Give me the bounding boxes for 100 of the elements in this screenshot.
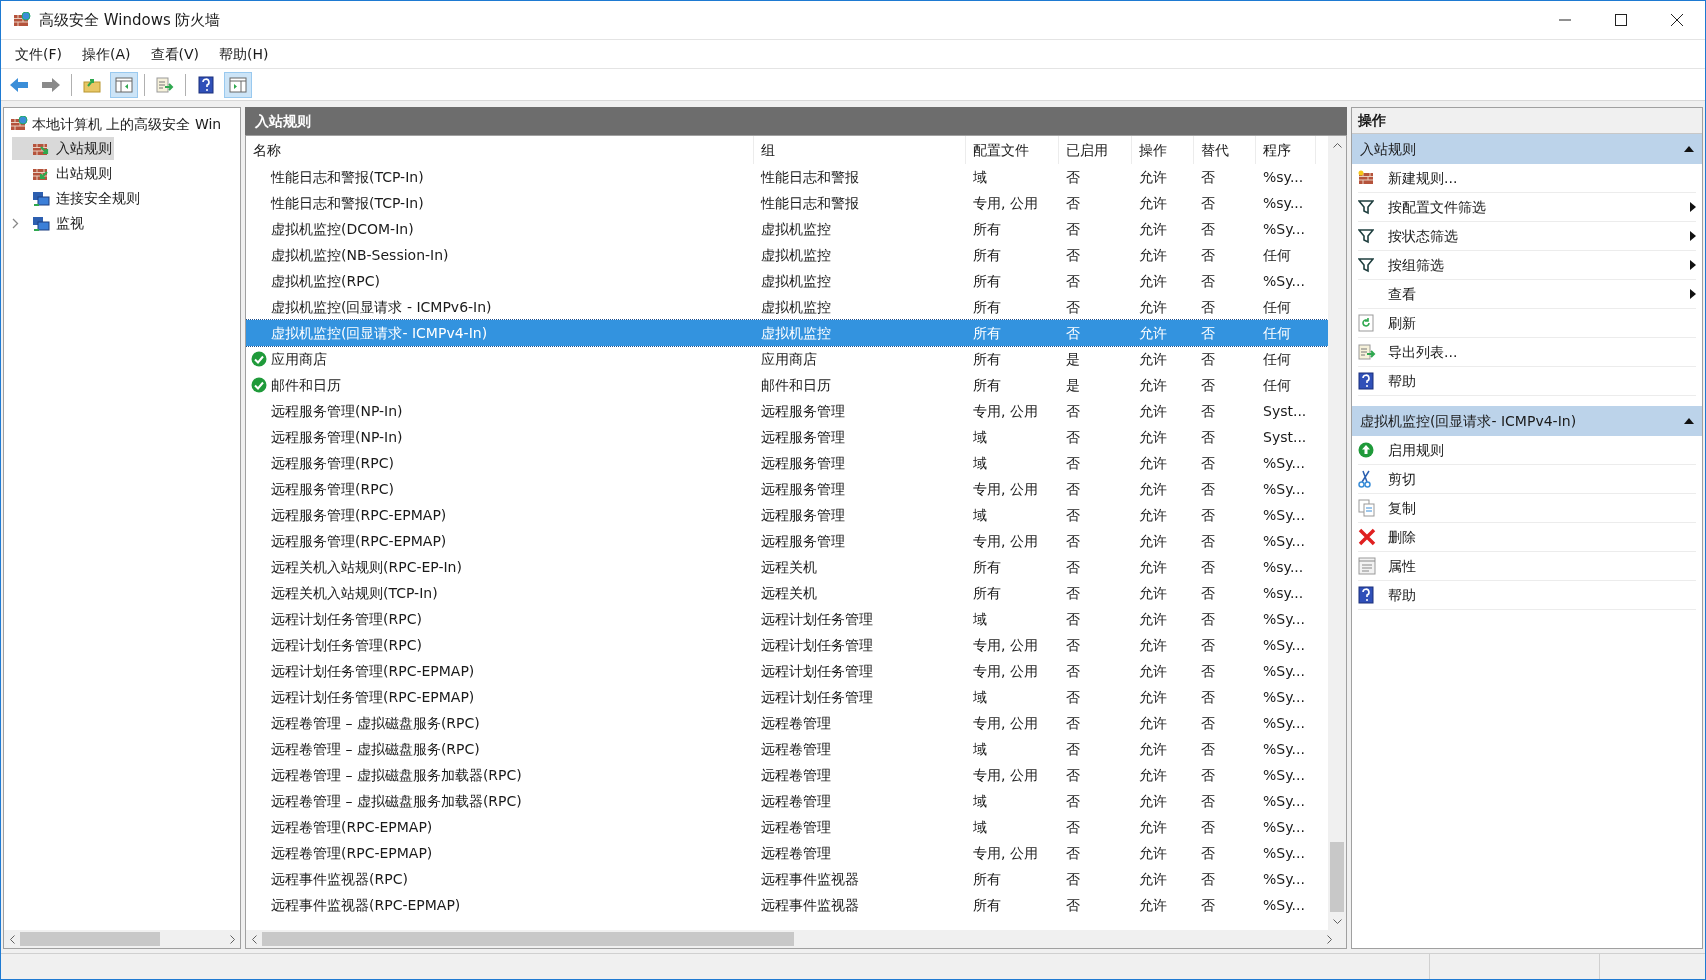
- action-item[interactable]: 按状态筛选: [1358, 222, 1696, 251]
- table-row[interactable]: 远程关机入站规则(TCP-In) 远程关机 所有 否 允许 否 %sy...: [246, 580, 1328, 606]
- tree-item[interactable]: 连接安全规则: [12, 187, 142, 210]
- table-cell-text: 否: [1201, 739, 1215, 759]
- tree-item[interactable]: 入站规则: [12, 137, 114, 160]
- table-cell-text: 否: [1201, 193, 1215, 213]
- table-row[interactable]: 远程服务管理(NP-In) 远程服务管理 域 否 允许 否 Syst...: [246, 424, 1328, 450]
- menu-item[interactable]: 操作(A): [76, 41, 137, 67]
- submenu-arrow-icon: [1690, 289, 1696, 299]
- table-row[interactable]: 远程卷管理(RPC-EPMAP) 远程卷管理 域 否 允许 否 %Sy...: [246, 814, 1328, 840]
- table-row[interactable]: 远程计划任务管理(RPC) 远程计划任务管理 域 否 允许 否 %Sy...: [246, 606, 1328, 632]
- table-row[interactable]: 远程事件监视器(RPC-EPMAP) 远程事件监视器 所有 否 允许 否 %Sy...: [246, 892, 1328, 918]
- column-header[interactable]: 已启用: [1059, 136, 1132, 164]
- table-cell-text: 专用, 公用: [973, 193, 1038, 213]
- table-cell-text: 否: [1201, 817, 1215, 837]
- column-header[interactable]: 组: [754, 136, 966, 164]
- table-row[interactable]: 远程计划任务管理(RPC-EPMAP) 远程计划任务管理 专用, 公用 否 允许 否 %Sy...: [246, 658, 1328, 684]
- scroll-right-icon[interactable]: [1326, 934, 1332, 944]
- scrollbar-thumb[interactable]: [20, 932, 160, 946]
- column-header[interactable]: 配置文件: [966, 136, 1059, 164]
- column-header[interactable]: 操作: [1132, 136, 1194, 164]
- table-row[interactable]: 远程卷管理 – 虚拟磁盘服务加载器(RPC) 远程卷管理 专用, 公用 否 允许 否 %Sy...: [246, 762, 1328, 788]
- action-item[interactable]: 帮助: [1358, 367, 1696, 396]
- table-cell-text: 应用商店: [271, 349, 327, 369]
- table-row[interactable]: 远程卷管理 – 虚拟磁盘服务(RPC) 远程卷管理 专用, 公用 否 允许 否 %Sy...: [246, 710, 1328, 736]
- menu-item[interactable]: 文件(F): [9, 41, 68, 67]
- table-row[interactable]: 远程事件监视器(RPC) 远程事件监视器 所有 否 允许 否 %Sy...: [246, 866, 1328, 892]
- column-header[interactable]: 名称: [246, 136, 754, 164]
- table-cell-text: %Sy...: [1263, 869, 1305, 889]
- vertical-scrollbar[interactable]: [1328, 136, 1346, 930]
- horizontal-scrollbar[interactable]: [4, 930, 240, 948]
- table-row[interactable]: 远程计划任务管理(RPC) 远程计划任务管理 专用, 公用 否 允许 否 %Sy...: [246, 632, 1328, 658]
- scroll-up-icon[interactable]: [1332, 142, 1342, 148]
- column-header[interactable]: 替代: [1194, 136, 1256, 164]
- table-row[interactable]: 远程计划任务管理(RPC-EPMAP) 远程计划任务管理 域 否 允许 否 %Sy...: [246, 684, 1328, 710]
- table-row[interactable]: 应用商店 应用商店 所有 是 允许 否 任何: [246, 346, 1328, 372]
- action-item[interactable]: 查看: [1358, 280, 1696, 309]
- table-row[interactable]: 远程服务管理(RPC) 远程服务管理 专用, 公用 否 允许 否 %Sy...: [246, 476, 1328, 502]
- table-cell-text: 否: [1066, 817, 1080, 837]
- table-row[interactable]: 性能日志和警报(TCP-In) 性能日志和警报 专用, 公用 否 允许 否 %sy...: [246, 190, 1328, 216]
- action-item[interactable]: 剪切: [1358, 465, 1696, 494]
- table-cell-text: 允许: [1139, 323, 1167, 343]
- menu-item[interactable]: 查看(V): [144, 41, 205, 67]
- firewall-app-icon: [13, 12, 31, 28]
- section-header[interactable]: 虚拟机监控(回显请求- ICMPv4-In): [1352, 406, 1702, 436]
- table-cell-text: 否: [1201, 219, 1215, 239]
- action-item[interactable]: 启用规则: [1358, 436, 1696, 465]
- column-header[interactable]: 程序: [1256, 136, 1316, 164]
- table-cell-text: 允许: [1139, 739, 1167, 759]
- table-cell-text: 远程关机入站规则(RPC-EP-In): [271, 557, 462, 577]
- tree-item[interactable]: 本地计算机 上的高级安全 Win: [4, 112, 240, 136]
- scroll-left-icon[interactable]: [251, 934, 257, 944]
- table-cell-text: 允许: [1139, 271, 1167, 291]
- tree-item[interactable]: 出站规则: [12, 162, 114, 185]
- action-item[interactable]: 按组筛选: [1358, 251, 1696, 280]
- table-row[interactable]: 远程卷管理 – 虚拟磁盘服务加载器(RPC) 远程卷管理 域 否 允许 否 %Sy...: [246, 788, 1328, 814]
- action-item[interactable]: 按配置文件筛选: [1358, 193, 1696, 222]
- horizontal-scrollbar[interactable]: [246, 930, 1346, 948]
- action-item[interactable]: 导出列表...: [1358, 338, 1696, 367]
- table-cell-text: 远程计划任务管理(RPC-EPMAP): [271, 687, 475, 707]
- table-cell-text: 远程服务管理(RPC-EPMAP): [271, 531, 447, 551]
- expand-caret-icon[interactable]: [12, 218, 19, 229]
- action-item[interactable]: 帮助: [1358, 581, 1696, 610]
- table-row[interactable]: 远程服务管理(RPC-EPMAP) 远程服务管理 域 否 允许 否 %Sy...: [246, 502, 1328, 528]
- action-item[interactable]: 删除: [1358, 523, 1696, 552]
- menu-item[interactable]: 帮助(H): [213, 41, 275, 67]
- scrollbar-thumb[interactable]: [1330, 842, 1344, 912]
- table-cell-text: 远程服务管理(RPC): [271, 479, 394, 499]
- table-row[interactable]: 虚拟机监控(NB-Session-In) 虚拟机监控 所有 否 允许 否 任何: [246, 242, 1328, 268]
- table-row[interactable]: 虚拟机监控(DCOM-In) 虚拟机监控 所有 否 允许 否 %Sy...: [246, 216, 1328, 242]
- table-row[interactable]: 远程关机入站规则(RPC-EP-In) 远程关机 所有 否 允许 否 %sy...: [246, 554, 1328, 580]
- table-cell-text: 专用, 公用: [973, 531, 1038, 551]
- action-item[interactable]: 刷新: [1358, 309, 1696, 338]
- scroll-left-icon[interactable]: [9, 934, 15, 944]
- table-row[interactable]: 性能日志和警报(TCP-In) 性能日志和警报 域 否 允许 否 %sy...: [246, 164, 1328, 190]
- minimize-icon: [1559, 19, 1571, 21]
- table-row[interactable]: 远程服务管理(RPC) 远程服务管理 域 否 允许 否 %Sy...: [246, 450, 1328, 476]
- table-cell-text: 允许: [1139, 791, 1167, 811]
- table-cell-text: 远程卷管理(RPC-EPMAP): [271, 843, 433, 863]
- scroll-down-icon[interactable]: [1332, 918, 1342, 924]
- table-row[interactable]: 虚拟机监控(RPC) 虚拟机监控 所有 否 允许 否 %Sy...: [246, 268, 1328, 294]
- table-cell-text: 域: [973, 505, 987, 525]
- table-row[interactable]: 远程服务管理(NP-In) 远程服务管理 专用, 公用 否 允许 否 Syst...: [246, 398, 1328, 424]
- scrollbar-thumb[interactable]: [262, 932, 794, 946]
- table-row[interactable]: 远程卷管理(RPC-EPMAP) 远程卷管理 专用, 公用 否 允许 否 %Sy...: [246, 840, 1328, 866]
- table-row[interactable]: 虚拟机监控(回显请求 - ICMPv6-In) 虚拟机监控 所有 否 允许 否 任何: [246, 294, 1328, 320]
- table-row[interactable]: 远程卷管理 – 虚拟磁盘服务(RPC) 远程卷管理 域 否 允许 否 %Sy...: [246, 736, 1328, 762]
- scroll-right-icon[interactable]: [229, 934, 235, 944]
- action-item[interactable]: 新建规则...: [1358, 164, 1696, 193]
- action-item[interactable]: 复制: [1358, 494, 1696, 523]
- action-item[interactable]: 属性: [1358, 552, 1696, 581]
- table-cell-text: %Sy...: [1263, 453, 1305, 473]
- table-cell-text: Syst...: [1263, 427, 1307, 447]
- tree-item[interactable]: 监视: [12, 212, 86, 235]
- table-cell-text: 是: [1066, 375, 1080, 395]
- table-row[interactable]: 远程服务管理(RPC-EPMAP) 远程服务管理 专用, 公用 否 允许 否 %Sy...: [246, 528, 1328, 554]
- table-cell-text: 远程卷管理: [761, 713, 831, 733]
- section-header[interactable]: 入站规则: [1352, 134, 1702, 164]
- table-row[interactable]: 邮件和日历 邮件和日历 所有 是 允许 否 任何: [246, 372, 1328, 398]
- table-cell-text: 虚拟机监控: [761, 323, 831, 343]
